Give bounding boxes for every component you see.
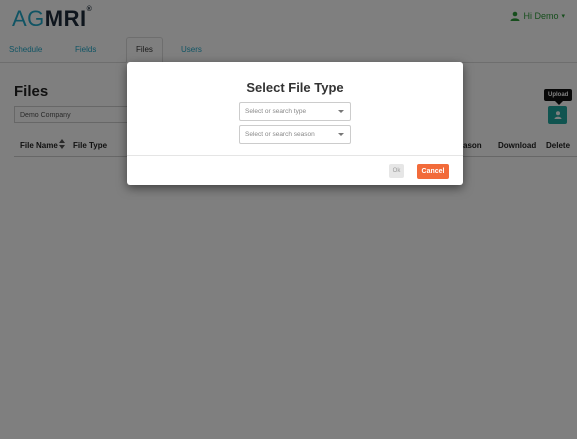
chevron-down-icon bbox=[338, 133, 344, 136]
modal-footer-divider bbox=[127, 155, 463, 156]
cancel-button[interactable]: Cancel bbox=[417, 164, 449, 179]
modal-title: Select File Type bbox=[246, 80, 344, 95]
chevron-down-icon bbox=[338, 110, 344, 113]
select-file-type-modal: Select File Type Select or search type S… bbox=[127, 62, 463, 185]
file-type-select[interactable]: Select or search type bbox=[239, 102, 351, 121]
season-select[interactable]: Select or search season bbox=[239, 125, 351, 144]
file-type-placeholder: Select or search type bbox=[245, 108, 307, 115]
ok-button[interactable]: Ok bbox=[389, 164, 404, 178]
page: AGMRI® Hi Demo ▾ Schedule Fields Files U… bbox=[0, 0, 577, 439]
season-placeholder: Select or search season bbox=[245, 131, 315, 138]
